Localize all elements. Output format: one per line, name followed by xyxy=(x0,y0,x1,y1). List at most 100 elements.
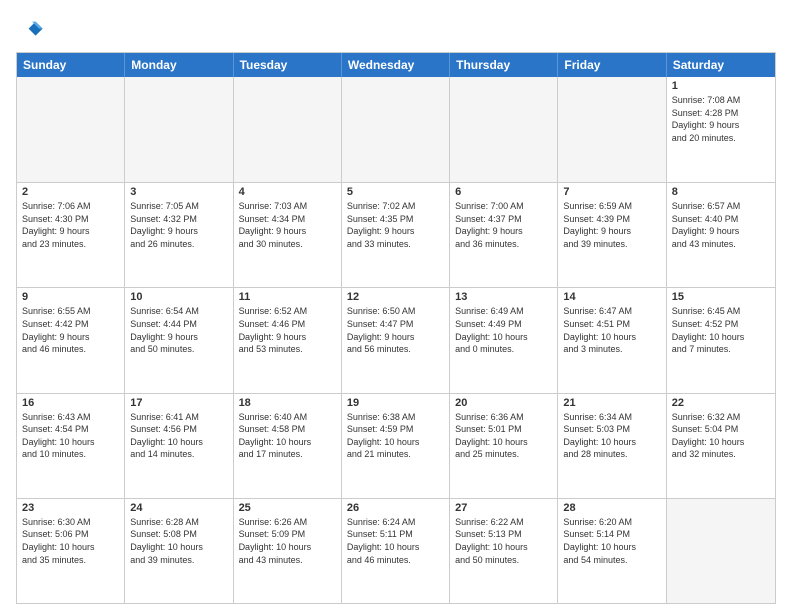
cal-cell-w0-d3 xyxy=(342,77,450,182)
day-info: Sunrise: 6:38 AM Sunset: 4:59 PM Dayligh… xyxy=(347,411,444,461)
cal-cell-w4-d2: 25 Sunrise: 6:26 AM Sunset: 5:09 PM Dayli… xyxy=(234,499,342,603)
day-number: 10 xyxy=(130,291,227,303)
week-row-3: 9 Sunrise: 6:55 AM Sunset: 4:42 PM Daylig… xyxy=(17,287,775,392)
day-number: 9 xyxy=(22,291,119,303)
day-number: 3 xyxy=(130,186,227,198)
day-info: Sunrise: 6:22 AM Sunset: 5:13 PM Dayligh… xyxy=(455,516,552,566)
day-number: 25 xyxy=(239,502,336,514)
cal-cell-w1-d0: 2 Sunrise: 7:06 AM Sunset: 4:30 PM Daylig… xyxy=(17,183,125,287)
week-row-5: 23 Sunrise: 6:30 AM Sunset: 5:06 PM Dayli… xyxy=(17,498,775,603)
calendar-header: SundayMondayTuesdayWednesdayThursdayFrid… xyxy=(17,53,775,77)
day-info: Sunrise: 6:55 AM Sunset: 4:42 PM Dayligh… xyxy=(22,305,119,355)
day-info: Sunrise: 6:30 AM Sunset: 5:06 PM Dayligh… xyxy=(22,516,119,566)
day-number: 21 xyxy=(563,397,660,409)
day-info: Sunrise: 6:28 AM Sunset: 5:08 PM Dayligh… xyxy=(130,516,227,566)
day-info: Sunrise: 6:32 AM Sunset: 5:04 PM Dayligh… xyxy=(672,411,770,461)
day-info: Sunrise: 6:41 AM Sunset: 4:56 PM Dayligh… xyxy=(130,411,227,461)
cal-cell-w4-d5: 28 Sunrise: 6:20 AM Sunset: 5:14 PM Dayli… xyxy=(558,499,666,603)
day-number: 12 xyxy=(347,291,444,303)
day-info: Sunrise: 6:40 AM Sunset: 4:58 PM Dayligh… xyxy=(239,411,336,461)
header-day-saturday: Saturday xyxy=(667,53,775,77)
header-day-wednesday: Wednesday xyxy=(342,53,450,77)
cal-cell-w1-d1: 3 Sunrise: 7:05 AM Sunset: 4:32 PM Daylig… xyxy=(125,183,233,287)
cal-cell-w2-d0: 9 Sunrise: 6:55 AM Sunset: 4:42 PM Daylig… xyxy=(17,288,125,392)
cal-cell-w1-d6: 8Sunrise: 6:57 AM Sunset: 4:40 PM Daylig… xyxy=(667,183,775,287)
day-number: 14 xyxy=(563,291,660,303)
header xyxy=(16,16,776,44)
day-number: 20 xyxy=(455,397,552,409)
header-day-tuesday: Tuesday xyxy=(234,53,342,77)
day-number: 28 xyxy=(563,502,660,514)
day-info: Sunrise: 6:24 AM Sunset: 5:11 PM Dayligh… xyxy=(347,516,444,566)
cal-cell-w0-d0 xyxy=(17,77,125,182)
header-day-thursday: Thursday xyxy=(450,53,558,77)
day-number: 13 xyxy=(455,291,552,303)
cal-cell-w4-d1: 24 Sunrise: 6:28 AM Sunset: 5:08 PM Dayli… xyxy=(125,499,233,603)
cal-cell-w0-d1 xyxy=(125,77,233,182)
header-day-monday: Monday xyxy=(125,53,233,77)
day-info: Sunrise: 6:43 AM Sunset: 4:54 PM Dayligh… xyxy=(22,411,119,461)
day-number: 2 xyxy=(22,186,119,198)
day-info: Sunrise: 7:03 AM Sunset: 4:34 PM Dayligh… xyxy=(239,200,336,250)
cal-cell-w3-d3: 19Sunrise: 6:38 AM Sunset: 4:59 PM Dayli… xyxy=(342,394,450,498)
calendar: SundayMondayTuesdayWednesdayThursdayFrid… xyxy=(16,52,776,604)
day-number: 4 xyxy=(239,186,336,198)
day-info: Sunrise: 7:08 AM Sunset: 4:28 PM Dayligh… xyxy=(672,94,770,144)
logo xyxy=(16,16,48,44)
cal-cell-w4-d6 xyxy=(667,499,775,603)
day-number: 23 xyxy=(22,502,119,514)
day-number: 24 xyxy=(130,502,227,514)
cal-cell-w3-d0: 16 Sunrise: 6:43 AM Sunset: 4:54 PM Dayli… xyxy=(17,394,125,498)
day-number: 11 xyxy=(239,291,336,303)
day-number: 17 xyxy=(130,397,227,409)
calendar-body: 1 Sunrise: 7:08 AM Sunset: 4:28 PM Daylig… xyxy=(17,77,775,603)
day-info: Sunrise: 7:05 AM Sunset: 4:32 PM Dayligh… xyxy=(130,200,227,250)
day-number: 5 xyxy=(347,186,444,198)
cal-cell-w3-d4: 20 Sunrise: 6:36 AM Sunset: 5:01 PM Dayli… xyxy=(450,394,558,498)
cal-cell-w0-d4 xyxy=(450,77,558,182)
day-number: 27 xyxy=(455,502,552,514)
cal-cell-w3-d1: 17 Sunrise: 6:41 AM Sunset: 4:56 PM Dayli… xyxy=(125,394,233,498)
day-info: Sunrise: 6:26 AM Sunset: 5:09 PM Dayligh… xyxy=(239,516,336,566)
day-info: Sunrise: 6:59 AM Sunset: 4:39 PM Dayligh… xyxy=(563,200,660,250)
day-info: Sunrise: 6:50 AM Sunset: 4:47 PM Dayligh… xyxy=(347,305,444,355)
cal-cell-w2-d3: 12 Sunrise: 6:50 AM Sunset: 4:47 PM Dayli… xyxy=(342,288,450,392)
day-info: Sunrise: 6:52 AM Sunset: 4:46 PM Dayligh… xyxy=(239,305,336,355)
day-number: 22 xyxy=(672,397,770,409)
day-info: Sunrise: 6:49 AM Sunset: 4:49 PM Dayligh… xyxy=(455,305,552,355)
day-number: 26 xyxy=(347,502,444,514)
cal-cell-w1-d3: 5 Sunrise: 7:02 AM Sunset: 4:35 PM Daylig… xyxy=(342,183,450,287)
cal-cell-w4-d4: 27 Sunrise: 6:22 AM Sunset: 5:13 PM Dayli… xyxy=(450,499,558,603)
day-number: 16 xyxy=(22,397,119,409)
day-info: Sunrise: 7:06 AM Sunset: 4:30 PM Dayligh… xyxy=(22,200,119,250)
cal-cell-w0-d6: 1 Sunrise: 7:08 AM Sunset: 4:28 PM Daylig… xyxy=(667,77,775,182)
page: SundayMondayTuesdayWednesdayThursdayFrid… xyxy=(0,0,792,612)
cal-cell-w3-d2: 18 Sunrise: 6:40 AM Sunset: 4:58 PM Dayli… xyxy=(234,394,342,498)
cal-cell-w1-d4: 6Sunrise: 7:00 AM Sunset: 4:37 PM Daylig… xyxy=(450,183,558,287)
cal-cell-w2-d4: 13 Sunrise: 6:49 AM Sunset: 4:49 PM Dayli… xyxy=(450,288,558,392)
cal-cell-w2-d1: 10 Sunrise: 6:54 AM Sunset: 4:44 PM Dayli… xyxy=(125,288,233,392)
day-number: 1 xyxy=(672,80,770,92)
cal-cell-w0-d5 xyxy=(558,77,666,182)
day-info: Sunrise: 6:47 AM Sunset: 4:51 PM Dayligh… xyxy=(563,305,660,355)
day-info: Sunrise: 7:00 AM Sunset: 4:37 PM Dayligh… xyxy=(455,200,552,250)
cal-cell-w2-d6: 15 Sunrise: 6:45 AM Sunset: 4:52 PM Dayli… xyxy=(667,288,775,392)
logo-icon xyxy=(16,16,44,44)
day-info: Sunrise: 6:45 AM Sunset: 4:52 PM Dayligh… xyxy=(672,305,770,355)
day-number: 15 xyxy=(672,291,770,303)
day-info: Sunrise: 7:02 AM Sunset: 4:35 PM Dayligh… xyxy=(347,200,444,250)
week-row-1: 1 Sunrise: 7:08 AM Sunset: 4:28 PM Daylig… xyxy=(17,77,775,182)
day-info: Sunrise: 6:54 AM Sunset: 4:44 PM Dayligh… xyxy=(130,305,227,355)
day-info: Sunrise: 6:20 AM Sunset: 5:14 PM Dayligh… xyxy=(563,516,660,566)
cal-cell-w2-d5: 14 Sunrise: 6:47 AM Sunset: 4:51 PM Dayli… xyxy=(558,288,666,392)
week-row-2: 2 Sunrise: 7:06 AM Sunset: 4:30 PM Daylig… xyxy=(17,182,775,287)
cal-cell-w4-d0: 23 Sunrise: 6:30 AM Sunset: 5:06 PM Dayli… xyxy=(17,499,125,603)
cal-cell-w1-d5: 7 Sunrise: 6:59 AM Sunset: 4:39 PM Daylig… xyxy=(558,183,666,287)
day-number: 18 xyxy=(239,397,336,409)
day-number: 7 xyxy=(563,186,660,198)
cal-cell-w3-d5: 21 Sunrise: 6:34 AM Sunset: 5:03 PM Dayli… xyxy=(558,394,666,498)
header-day-friday: Friday xyxy=(558,53,666,77)
cal-cell-w2-d2: 11 Sunrise: 6:52 AM Sunset: 4:46 PM Dayli… xyxy=(234,288,342,392)
day-info: Sunrise: 6:36 AM Sunset: 5:01 PM Dayligh… xyxy=(455,411,552,461)
day-info: Sunrise: 6:34 AM Sunset: 5:03 PM Dayligh… xyxy=(563,411,660,461)
